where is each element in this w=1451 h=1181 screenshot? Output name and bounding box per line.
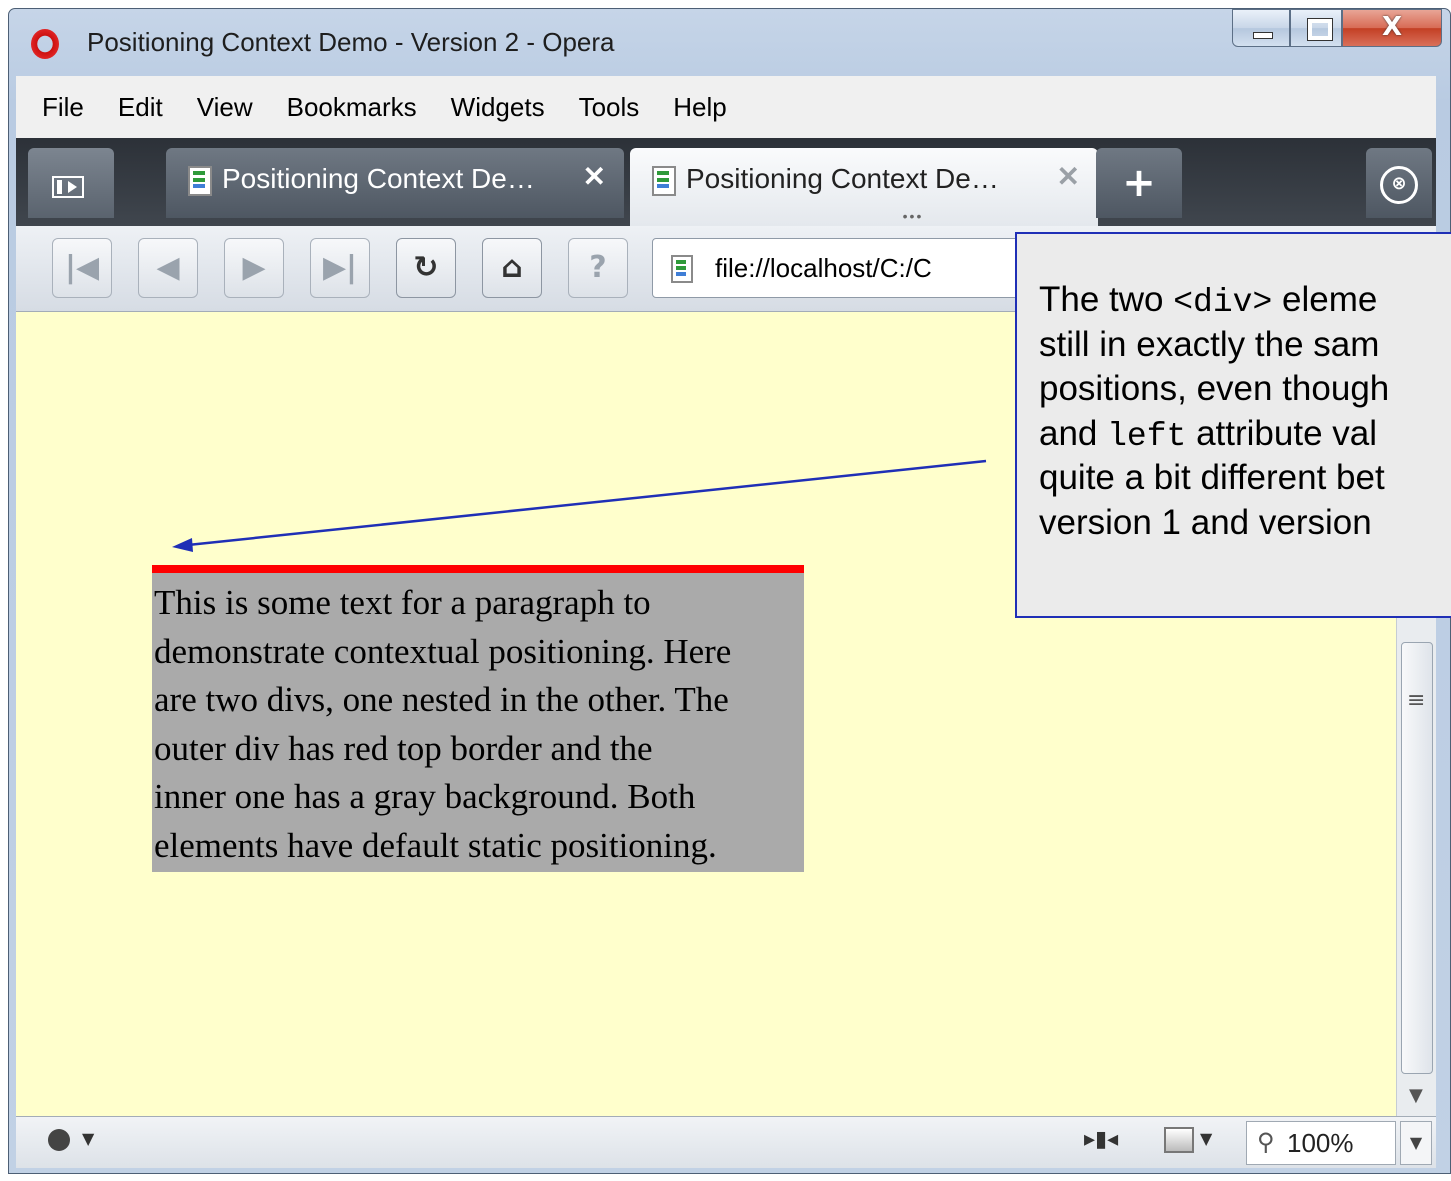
- magnifier-icon: ⚲: [1257, 1129, 1275, 1156]
- callout-line: The two <div> eleme: [1039, 278, 1451, 323]
- page-icon: [671, 255, 693, 283]
- chevron-down-icon[interactable]: ▼: [82, 1129, 94, 1148]
- title-bar: Positioning Context Demo - Version 2 - O…: [9, 9, 1450, 79]
- wand-button[interactable]: ?: [568, 238, 628, 298]
- reload-button[interactable]: ↻: [396, 238, 456, 298]
- forward-button[interactable]: ▶: [224, 238, 284, 298]
- callout-text: The two: [1039, 280, 1174, 319]
- close-button[interactable]: X: [1342, 9, 1442, 47]
- tab-close-icon[interactable]: ✕: [583, 160, 606, 193]
- address-field[interactable]: file://localhost/C:/C: [652, 238, 1072, 298]
- new-tab-button[interactable]: +: [1096, 148, 1182, 218]
- paragraph-line: are two divs, one nested in the other. T…: [154, 680, 729, 719]
- chevron-down-icon[interactable]: ▼: [1200, 1129, 1212, 1148]
- zoom-level: 100%: [1287, 1128, 1354, 1158]
- back-button[interactable]: ◀: [138, 238, 198, 298]
- page-icon: [652, 166, 676, 196]
- page-icon: [188, 166, 212, 196]
- home-button[interactable]: ⌂: [482, 238, 542, 298]
- menu-view[interactable]: View: [197, 92, 253, 123]
- callout-line: still in exactly the sam: [1039, 324, 1380, 364]
- closed-tabs-button[interactable]: ⊗: [1366, 148, 1432, 218]
- paragraph-line: demonstrate contextual positioning. Here: [154, 631, 732, 671]
- panel-toggle-button[interactable]: [28, 148, 114, 218]
- tab-1[interactable]: Positioning Context De… ✕: [166, 148, 624, 218]
- callout-line: quite a bit different bet: [1039, 458, 1385, 497]
- panel-icon: [52, 176, 84, 198]
- media-icon[interactable]: ▸▮◂: [1084, 1127, 1118, 1152]
- menu-bookmarks[interactable]: Bookmarks: [287, 92, 417, 123]
- callout-line: positions, even though: [1039, 369, 1390, 408]
- callout-text: and: [1039, 413, 1108, 453]
- menu-edit[interactable]: Edit: [118, 92, 163, 123]
- tab-bar: Positioning Context De… ✕ Positioning Co…: [16, 138, 1436, 226]
- callout-code: <div>: [1173, 284, 1273, 321]
- close-icon: X: [1381, 12, 1403, 42]
- tab-drag-handle[interactable]: •••: [728, 208, 1098, 224]
- tab-label: Positioning Context De…: [686, 163, 999, 194]
- paragraph-line: outer div has red top border and the: [154, 728, 653, 768]
- minimize-button[interactable]: [1232, 9, 1290, 47]
- paragraph-line: inner one has a gray background. Both: [154, 777, 696, 816]
- menu-help[interactable]: Help: [673, 92, 726, 123]
- scroll-grip-icon: ≡: [1407, 688, 1426, 713]
- opera-logo-icon: [31, 29, 59, 59]
- outer-div: This is some text for a paragraph to dem…: [152, 565, 804, 872]
- menu-bar: File Edit View Bookmarks Widgets Tools H…: [16, 76, 1436, 138]
- rewind-button[interactable]: |◀: [52, 238, 112, 298]
- menu-tools[interactable]: Tools: [579, 92, 640, 123]
- trash-icon: ⊗: [1380, 166, 1418, 204]
- tab-2-active[interactable]: Positioning Context De… ✕ •••: [630, 148, 1098, 226]
- minimize-icon: [1253, 32, 1273, 39]
- callout-line: and left attribute val: [1039, 412, 1451, 457]
- tab-close-icon[interactable]: ✕: [1057, 160, 1080, 193]
- zoom-field[interactable]: ⚲ 100%: [1246, 1121, 1396, 1165]
- zoom-dropdown-button[interactable]: ▼: [1400, 1121, 1432, 1165]
- menu-file[interactable]: File: [42, 92, 84, 123]
- window-controls: X: [1232, 9, 1442, 51]
- fast-forward-button[interactable]: ▶|: [310, 238, 370, 298]
- callout-line: version 1 and version: [1039, 502, 1372, 542]
- callout-code: left: [1107, 417, 1187, 455]
- status-bar: ▼ ▸▮◂ ▼ ⚲ 100% ▼: [16, 1116, 1436, 1168]
- window-title: Positioning Context Demo - Version 2 - O…: [87, 27, 615, 57]
- scroll-down-arrow-icon[interactable]: ▼: [1409, 1085, 1423, 1106]
- maximize-icon: [1307, 18, 1333, 41]
- globe-icon[interactable]: [48, 1129, 70, 1151]
- annotation-callout: The two <div> eleme still in exactly the…: [1015, 232, 1451, 618]
- image-icon[interactable]: [1164, 1127, 1194, 1153]
- callout-text: attribute val: [1186, 413, 1377, 453]
- maximize-button[interactable]: [1290, 9, 1342, 47]
- menu-widgets[interactable]: Widgets: [451, 92, 545, 123]
- callout-text: eleme: [1272, 280, 1378, 319]
- inner-div: This is some text for a paragraph to dem…: [152, 573, 804, 872]
- tab-label: Positioning Context De…: [222, 163, 535, 194]
- paragraph-line: This is some text for a paragraph to: [154, 583, 651, 622]
- paragraph-line: elements have default static positioning…: [154, 825, 717, 865]
- address-text[interactable]: file://localhost/C:/C: [715, 253, 991, 284]
